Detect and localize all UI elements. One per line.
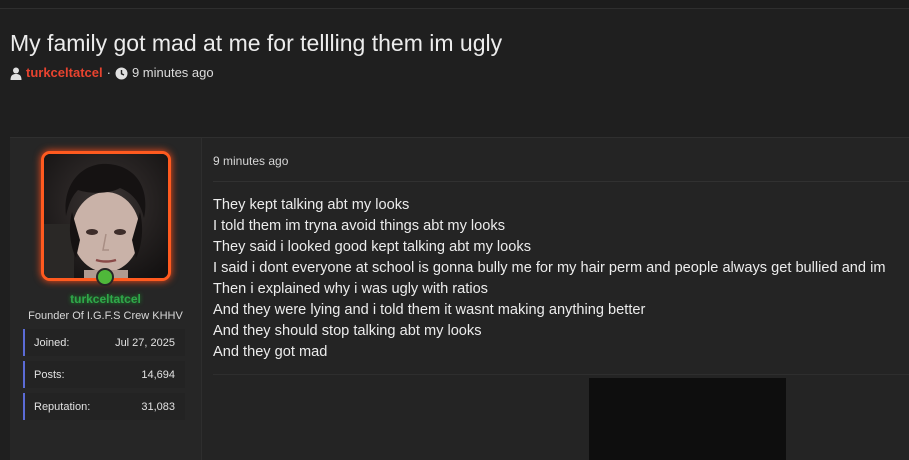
avatar[interactable] <box>41 151 171 281</box>
post-line: And they should stop talking abt my look… <box>213 323 482 339</box>
post: turkceltatcel Founder Of I.G.F.S Crew KH… <box>10 137 909 460</box>
online-status-indicator <box>96 268 114 286</box>
post-line: They said i looked good kept talking abt… <box>213 239 531 255</box>
post-line: They kept talking abt my looks <box>213 197 410 213</box>
post-line: I told them im tryna avoid things abt my… <box>213 218 506 234</box>
meta-separator: · <box>106 65 111 81</box>
stat-reputation: Reputation: 31,083 <box>23 393 185 420</box>
stat-value: Jul 27, 2025 <box>115 336 175 349</box>
post-line: I said i dont everyone at school is gonn… <box>213 260 886 276</box>
thread-title: My family got mad at me for tellling the… <box>10 30 503 56</box>
stat-value: 14,694 <box>141 368 175 381</box>
post-line: Then i explained why i was ugly with rat… <box>213 281 488 297</box>
thread-time-link[interactable]: 9 minutes ago <box>132 65 214 80</box>
thread-meta: turkceltatcel · 9 minutes ago <box>10 65 214 81</box>
stat-joined: Joined: Jul 27, 2025 <box>23 329 185 356</box>
post-line: And they were lying and i told them it w… <box>213 302 646 318</box>
stat-label: Joined: <box>34 336 70 349</box>
clock-icon <box>115 65 128 80</box>
post-body: They kept talking abt my looks I told th… <box>213 195 886 363</box>
post-line: And they got mad <box>213 344 328 360</box>
user-icon <box>10 65 22 81</box>
user-title: Founder Of I.G.F.S Crew KHHV <box>28 310 183 322</box>
stat-posts: Posts: 14,694 <box>23 361 185 388</box>
post-date-link[interactable]: 9 minutes ago <box>213 154 288 168</box>
stat-label: Reputation: <box>34 400 91 413</box>
thread-author-link[interactable]: turkceltatcel <box>26 65 103 80</box>
stat-label: Posts: <box>34 368 65 381</box>
post-content: 9 minutes ago They kept talking abt my l… <box>201 138 909 460</box>
divider <box>213 374 909 375</box>
divider <box>213 181 909 182</box>
post-user-block: turkceltatcel Founder Of I.G.F.S Crew KH… <box>10 138 202 460</box>
stat-value: 31,083 <box>141 400 175 413</box>
post-username[interactable]: turkceltatcel <box>10 292 201 306</box>
embedded-image[interactable] <box>589 378 786 460</box>
top-divider <box>0 0 909 9</box>
